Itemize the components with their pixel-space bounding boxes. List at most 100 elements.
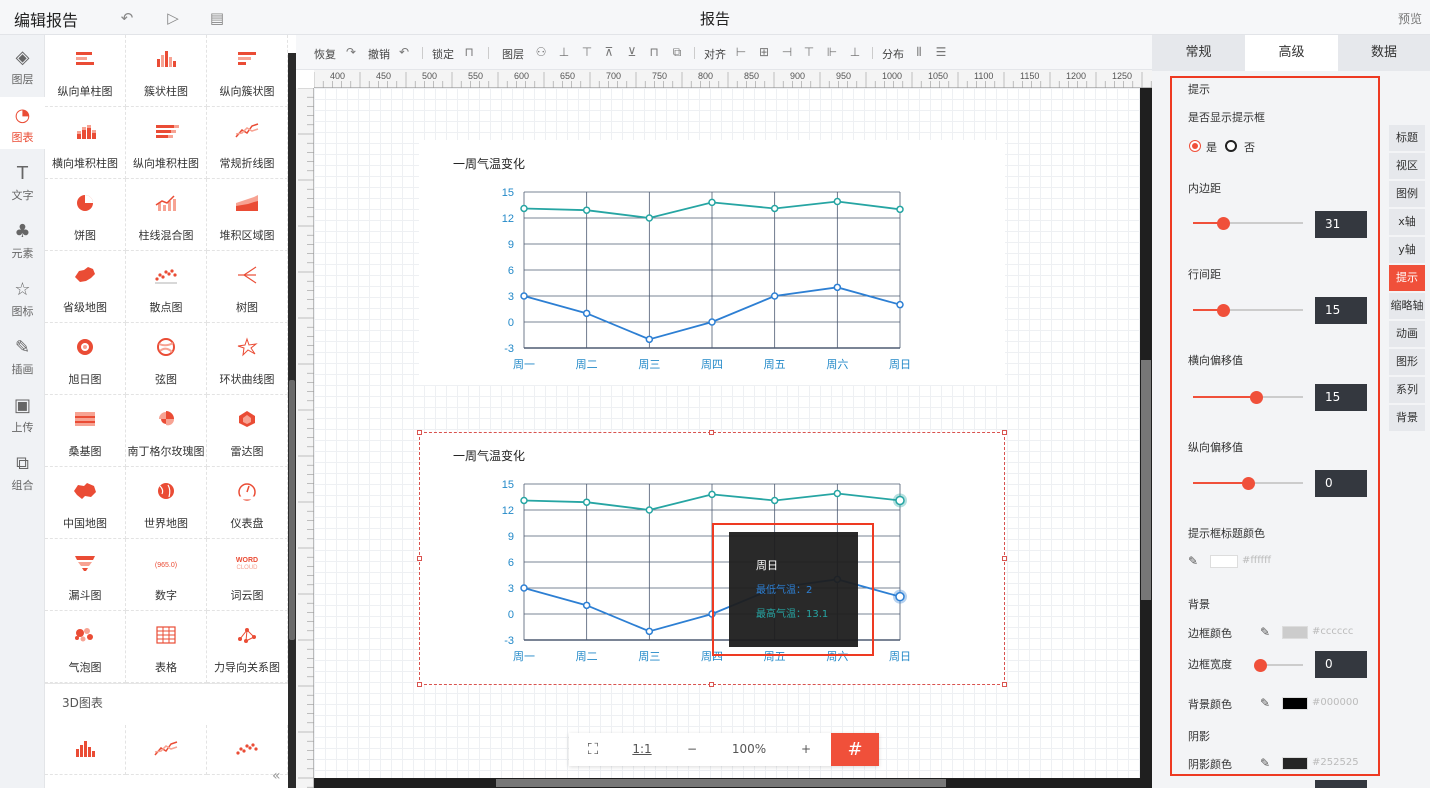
- layer-group-icon[interactable]: ⚇: [534, 45, 548, 59]
- rail-item-5[interactable]: ✎ 插画: [0, 329, 45, 381]
- palette-item[interactable]: 纵向堆积柱图: [126, 107, 207, 179]
- redo-button[interactable]: 恢复: [314, 46, 336, 62]
- palette-item[interactable]: 弦图: [126, 323, 207, 395]
- palette-item[interactable]: 省级地图: [45, 251, 126, 323]
- canvas-vertical-scrollbar-thumb[interactable]: [1141, 360, 1151, 600]
- resize-handle-nw[interactable]: [417, 430, 422, 435]
- palette-item[interactable]: 散点图: [126, 251, 207, 323]
- side-nav-item[interactable]: 提示: [1389, 265, 1425, 291]
- palette-item[interactable]: 气泡图: [45, 611, 126, 683]
- padding-input[interactable]: 31: [1315, 211, 1367, 238]
- align-center-icon[interactable]: ⊞: [757, 45, 771, 59]
- align-middle-icon[interactable]: ⊩: [825, 45, 839, 59]
- play-icon[interactable]: ▷: [164, 9, 182, 27]
- collapse-panel-icon[interactable]: «: [272, 768, 281, 784]
- resize-handle-sw[interactable]: [417, 682, 422, 687]
- shadow-color-swatch[interactable]: [1282, 757, 1308, 770]
- side-nav-item[interactable]: 图形: [1389, 349, 1425, 375]
- palette-item[interactable]: 中国地图: [45, 467, 126, 539]
- palette-item[interactable]: 常规折线图: [207, 107, 288, 179]
- side-nav-item[interactable]: 视区: [1389, 153, 1425, 179]
- data-point[interactable]: [708, 318, 716, 326]
- resize-handle-w[interactable]: [417, 556, 422, 561]
- tab-data[interactable]: 数据: [1338, 35, 1430, 71]
- fit-screen-icon[interactable]: ⛶: [569, 733, 617, 766]
- palette-item[interactable]: 柱线混合图: [126, 179, 207, 251]
- border-width-input[interactable]: 0: [1315, 651, 1367, 678]
- bg-color-swatch[interactable]: [1282, 697, 1308, 710]
- data-point[interactable]: [708, 198, 716, 207]
- palette-scrollbar-thumb[interactable]: [289, 380, 295, 640]
- data-point[interactable]: [520, 292, 528, 300]
- eyedropper-icon[interactable]: ✎: [1260, 756, 1270, 770]
- rail-item-6[interactable]: ▣ 上传: [0, 387, 45, 439]
- title-color-swatch[interactable]: [1210, 555, 1238, 568]
- border-color-swatch[interactable]: [1282, 626, 1308, 639]
- palette-item[interactable]: 雷达图: [207, 395, 288, 467]
- v-offset-input[interactable]: 0: [1315, 470, 1367, 497]
- resize-handle-se[interactable]: [1002, 682, 1007, 687]
- copy-icon[interactable]: ⧉: [670, 45, 684, 59]
- palette-item[interactable]: 仪表盘: [207, 467, 288, 539]
- line-spacing-input[interactable]: 15: [1315, 297, 1367, 324]
- palette-item[interactable]: 横向堆积柱图: [45, 107, 126, 179]
- palette-item-3d[interactable]: [45, 725, 126, 775]
- data-point[interactable]: [770, 204, 779, 213]
- distribute-button[interactable]: 分布: [882, 46, 904, 62]
- align-bottom-icon[interactable]: ⊥: [848, 45, 862, 59]
- distribute-vertical-icon[interactable]: ☰: [934, 45, 948, 59]
- palette-item[interactable]: 纵向簇状图: [207, 35, 288, 107]
- palette-item[interactable]: 纵向单柱图: [45, 35, 126, 107]
- data-point[interactable]: [645, 335, 654, 344]
- palette-item[interactable]: 世界地图: [126, 467, 207, 539]
- slider-knob[interactable]: [1254, 659, 1267, 672]
- resize-handle-s[interactable]: [709, 682, 714, 687]
- layer-up-icon[interactable]: ⊥: [557, 45, 571, 59]
- data-point[interactable]: [645, 214, 654, 222]
- side-nav-item[interactable]: 系列: [1389, 377, 1425, 403]
- align-left-icon[interactable]: ⊢: [734, 45, 748, 59]
- layer-bottom-icon[interactable]: ⊻: [625, 45, 639, 59]
- eyedropper-icon[interactable]: ✎: [1188, 554, 1198, 568]
- palette-item-3d[interactable]: [126, 725, 207, 775]
- undo-arrow-icon[interactable]: ↶: [118, 9, 136, 27]
- palette-item[interactable]: 饼图: [45, 179, 126, 251]
- palette-item[interactable]: WORD CLOUD 词云图: [207, 539, 288, 611]
- palette-item[interactable]: 表格: [126, 611, 207, 683]
- align-top-icon[interactable]: ⊤: [802, 45, 816, 59]
- slider-knob[interactable]: [1216, 304, 1230, 317]
- palette-item[interactable]: 树图: [207, 251, 288, 323]
- padding-slider[interactable]: [1193, 217, 1303, 230]
- palette-item[interactable]: 簇状柱图: [126, 35, 207, 107]
- radio-no[interactable]: [1225, 140, 1237, 152]
- data-point[interactable]: [896, 205, 904, 214]
- grid-toggle-icon[interactable]: #: [831, 733, 879, 766]
- data-point[interactable]: [833, 197, 842, 206]
- data-point[interactable]: [520, 204, 528, 213]
- lock-icon[interactable]: ⊓: [462, 45, 476, 59]
- layer-button[interactable]: 图层: [502, 46, 524, 62]
- palette-item[interactable]: 旭日图: [45, 323, 126, 395]
- undo-icon[interactable]: ↶: [397, 45, 411, 59]
- zoom-out-button[interactable]: −: [667, 733, 717, 766]
- canvas-horizontal-scrollbar-thumb[interactable]: [496, 779, 946, 787]
- resize-handle-n[interactable]: [709, 430, 714, 435]
- data-point[interactable]: [833, 283, 842, 292]
- side-nav-item[interactable]: 背景: [1389, 405, 1425, 431]
- actual-size-button[interactable]: 1:1: [617, 733, 667, 766]
- palette-item[interactable]: 环状曲线图: [207, 323, 288, 395]
- rail-item-4[interactable]: ☆ 图标: [0, 271, 45, 323]
- data-point[interactable]: [896, 300, 904, 309]
- data-point[interactable]: [770, 292, 779, 300]
- side-nav-item[interactable]: x轴: [1389, 209, 1425, 235]
- h-offset-slider[interactable]: [1193, 391, 1303, 404]
- line-spacing-slider[interactable]: [1193, 304, 1303, 317]
- rail-item-3[interactable]: ♣ 元素: [0, 213, 45, 265]
- tab-general[interactable]: 常规: [1152, 35, 1245, 71]
- save-icon[interactable]: ▤: [208, 9, 226, 27]
- lock-button[interactable]: 锁定: [432, 46, 454, 62]
- layer-down-icon[interactable]: ⊤: [580, 45, 594, 59]
- rail-item-0[interactable]: ◈ 图层: [0, 39, 45, 91]
- palette-item[interactable]: 漏斗图: [45, 539, 126, 611]
- slider-knob[interactable]: [1216, 217, 1230, 230]
